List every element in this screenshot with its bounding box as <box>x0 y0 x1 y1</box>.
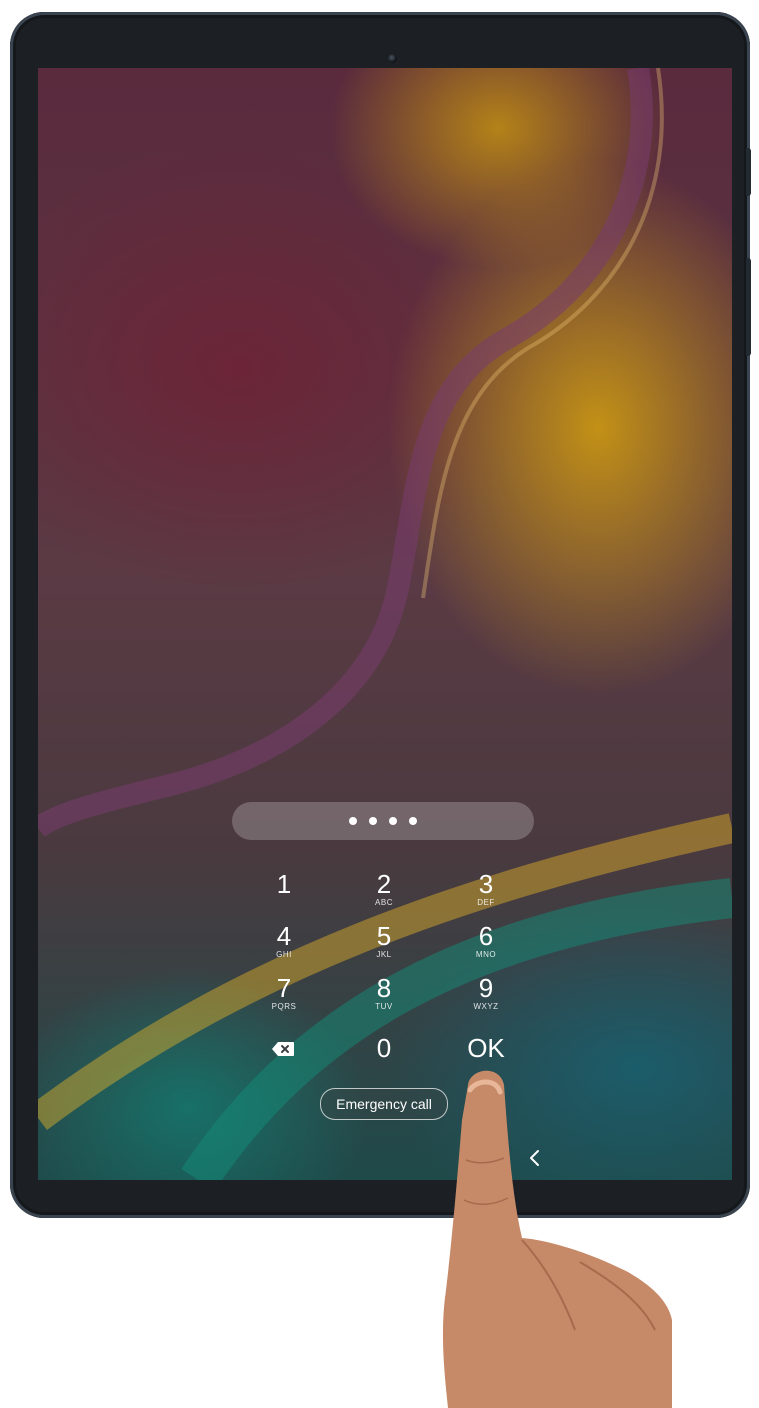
ok-button[interactable]: OK <box>446 1034 526 1084</box>
key-3[interactable]: 3 DEF <box>446 870 526 920</box>
key-2-number: 2 <box>376 869 392 899</box>
pin-dot <box>389 817 397 825</box>
key-5-number: 5 <box>376 921 392 951</box>
key-5[interactable]: 5 JKL <box>344 922 424 972</box>
key-9-letters: WXYZ <box>473 1002 499 1011</box>
pin-input-field[interactable] <box>232 802 534 840</box>
lock-screen: 1 2 ABC 3 DEF 4 GHI 5 JKL 6 MNO 7 PQRS 8 TUV 9W… <box>38 68 732 1180</box>
key-0-number: 0 <box>376 1033 392 1063</box>
key-8-number: 8 <box>376 973 392 1003</box>
key-8-letters: TUV <box>375 1002 393 1011</box>
backspace-icon[interactable] <box>271 1041 295 1057</box>
pin-dot <box>369 817 377 825</box>
key-1-number: 1 <box>276 869 292 899</box>
key-9-number: 9 <box>478 973 494 1003</box>
pin-dot <box>409 817 417 825</box>
key-9[interactable]: 9 WXYZ <box>446 974 526 1024</box>
key-5-letters: JKL <box>376 950 392 959</box>
key-7[interactable]: 7 PQRS <box>244 974 324 1024</box>
key-4-letters: GHI <box>276 950 292 959</box>
key-2-letters: ABC <box>375 898 393 907</box>
power-button <box>746 148 751 196</box>
key-3-letters: DEF <box>477 898 495 907</box>
volume-button <box>746 258 751 356</box>
pin-dot <box>349 817 357 825</box>
emergency-call-button[interactable]: Emergency call <box>320 1088 448 1120</box>
key-4[interactable]: 4 GHI <box>244 922 324 972</box>
ok-label: OK <box>467 1033 505 1063</box>
key-1[interactable]: 1 <box>244 870 324 920</box>
key-2[interactable]: 2 ABC <box>344 870 424 920</box>
key-0[interactable]: 0 <box>344 1034 424 1084</box>
key-7-number: 7 <box>276 973 292 1003</box>
key-6-letters: MNO <box>475 950 497 959</box>
key-8[interactable]: 8 TUV <box>344 974 424 1024</box>
front-camera <box>388 54 397 63</box>
key-3-number: 3 <box>478 869 494 899</box>
key-4-number: 4 <box>276 921 292 951</box>
chevron-left-icon[interactable] <box>524 1146 546 1170</box>
key-6-number: 6 <box>478 921 494 951</box>
key-7-letters: PQRS <box>271 1002 297 1011</box>
key-6[interactable]: 6 MNO <box>446 922 526 972</box>
